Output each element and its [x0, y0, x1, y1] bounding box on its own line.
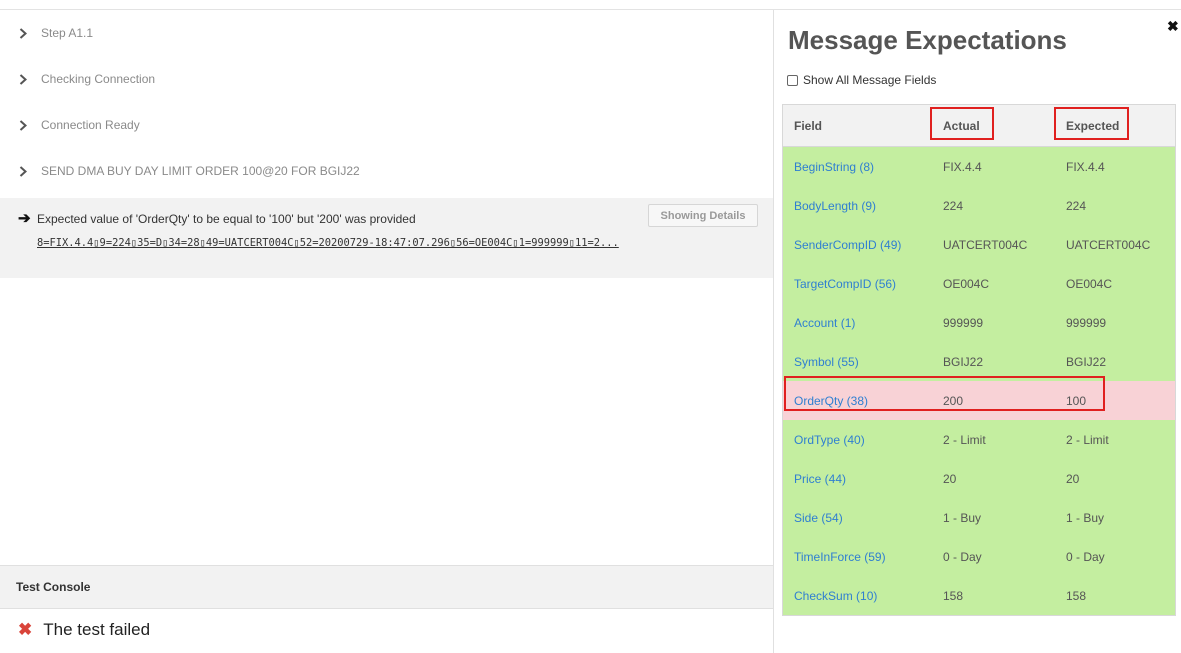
- table-row: Side (54) 1 - Buy 1 - Buy: [783, 498, 1175, 537]
- expected-value: FIX.4.4: [1066, 159, 1105, 174]
- actual-value: 224: [943, 198, 964, 213]
- step-item[interactable]: Checking Connection: [0, 56, 773, 102]
- table-row: TargetCompID (56) OE004C OE004C: [783, 264, 1175, 303]
- test-steps-panel: Step A1.1 Checking Connection Connection…: [0, 10, 773, 653]
- table-row: TimeInForce (59) 0 - Day 0 - Day: [783, 537, 1175, 576]
- expected-value: 2 - Limit: [1066, 432, 1109, 447]
- checkbox-icon[interactable]: [787, 74, 798, 86]
- table-row: Price (44) 20 20: [783, 459, 1175, 498]
- step-label: Step A1.1: [41, 26, 94, 40]
- field-link[interactable]: BeginString (8): [794, 147, 874, 186]
- table-row: SenderCompID (49) UATCERT004C UATCERT004C: [783, 225, 1175, 264]
- field-link[interactable]: TimeInForce (59): [794, 537, 886, 576]
- step-item[interactable]: SEND DMA BUY DAY LIMIT ORDER 100@20 FOR …: [0, 148, 773, 194]
- step-item[interactable]: Connection Ready: [0, 102, 773, 148]
- chevron-right-icon[interactable]: [19, 73, 29, 85]
- chevron-right-icon[interactable]: [19, 165, 29, 177]
- expected-value: 20: [1066, 471, 1080, 486]
- fail-x-icon: ✖: [18, 620, 33, 639]
- actual-value: 1 - Buy: [943, 510, 982, 525]
- field-link[interactable]: TargetCompID (56): [794, 264, 896, 303]
- expected-value: 0 - Day: [1066, 549, 1105, 564]
- actual-value: 999999: [943, 315, 984, 330]
- field-link[interactable]: SenderCompID (49): [794, 225, 901, 264]
- expected-value: 158: [1066, 588, 1087, 603]
- field-link[interactable]: BodyLength (9): [794, 186, 876, 225]
- expected-value: 224: [1066, 198, 1087, 213]
- step-label: Connection Ready: [41, 118, 140, 132]
- panel-title: Message Expectations: [788, 25, 1067, 55]
- step-label: Checking Connection: [41, 72, 156, 86]
- actual-value: OE004C: [943, 276, 990, 291]
- table-row: Account (1) 999999 999999: [783, 303, 1175, 342]
- highlight-box-orderqty-row: [784, 376, 1105, 411]
- test-console-title: Test Console: [16, 580, 91, 594]
- test-result: ✖ The test failed: [0, 620, 150, 640]
- chevron-right-icon[interactable]: [19, 27, 29, 39]
- raw-fix-message-link[interactable]: 8=FIX.4.4▯9=224▯35=D▯34=28▯49=UATCERT004…: [37, 237, 759, 249]
- actual-value: UATCERT004C: [943, 237, 1028, 252]
- field-link[interactable]: OrdType (40): [794, 420, 865, 459]
- actual-value: FIX.4.4: [943, 159, 982, 174]
- close-icon[interactable]: ✖: [1167, 18, 1179, 35]
- actual-value: 2 - Limit: [943, 432, 986, 447]
- table-row: OrdType (40) 2 - Limit 2 - Limit: [783, 420, 1175, 459]
- message-expectations-panel: ✖ Message Expectations Show All Message …: [774, 10, 1181, 653]
- table-row: BeginString (8) FIX.4.4 FIX.4.4: [783, 147, 1175, 186]
- expected-value: 1 - Buy: [1066, 510, 1105, 525]
- column-header-field: Field: [794, 118, 823, 133]
- table-row: BodyLength (9) 224 224: [783, 186, 1175, 225]
- failure-detail: ➔ Expected value of 'OrderQty' to be equ…: [0, 198, 773, 278]
- table-row: CheckSum (10) 158 158: [783, 576, 1175, 615]
- highlight-box-actual-header: [930, 107, 994, 140]
- expectations-table: Field Actual Expected BeginString (8) FIX…: [782, 104, 1176, 616]
- highlight-box-expected-header: [1054, 107, 1129, 140]
- field-link[interactable]: Price (44): [794, 459, 846, 498]
- field-link[interactable]: Account (1): [794, 303, 855, 342]
- expected-value: 999999: [1066, 315, 1107, 330]
- test-console-header[interactable]: Test Console: [0, 565, 773, 609]
- step-label: SEND DMA BUY DAY LIMIT ORDER 100@20 FOR …: [41, 164, 360, 178]
- expected-value: OE004C: [1066, 276, 1113, 291]
- test-result-text: The test failed: [43, 620, 151, 639]
- show-all-fields-label: Show All Message Fields: [803, 73, 937, 87]
- expected-value: UATCERT004C: [1066, 237, 1151, 252]
- actual-value: 20: [943, 471, 957, 486]
- showing-details-button[interactable]: Showing Details: [648, 204, 758, 227]
- show-all-fields-checkbox[interactable]: Show All Message Fields: [787, 73, 936, 87]
- field-link[interactable]: CheckSum (10): [794, 576, 877, 615]
- chevron-right-icon[interactable]: [19, 119, 29, 131]
- failure-message: Expected value of 'OrderQty' to be equal…: [37, 212, 416, 226]
- actual-value: 158: [943, 588, 964, 603]
- step-item[interactable]: Step A1.1: [0, 10, 773, 56]
- arrow-right-icon: ➔: [18, 210, 31, 227]
- field-link[interactable]: Side (54): [794, 498, 843, 537]
- actual-value: 0 - Day: [943, 549, 982, 564]
